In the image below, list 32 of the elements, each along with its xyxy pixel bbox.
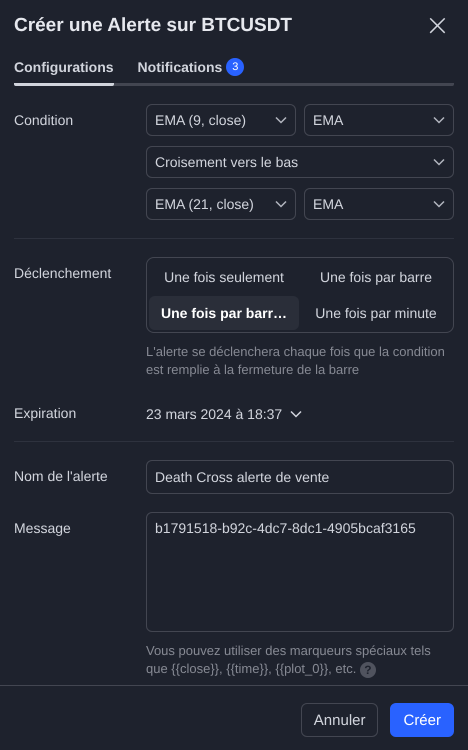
field-label: Condition [14,111,74,130]
segment-option[interactable]: Une fois par barre [301,260,451,294]
tab[interactable]: Configurations [14,56,114,86]
field-label: Déclenchement [14,264,112,283]
tab[interactable]: Notifications 3 [138,56,244,86]
chevron-icon [433,116,445,124]
hint-text: Vous pouvez utiliser des marqueurs spéciaux tels que {{close}}, {{time}}, {{plot_0}}, etc. ? [146,643,431,676]
dropdown[interactable]: EMA (21, close) [146,188,296,220]
dropdown[interactable]: EMA [304,104,454,136]
field-label: Message [14,519,72,538]
chevron-icon [290,410,302,418]
input-field[interactable]: Death Cross alerte de vente [146,460,454,494]
chevron-icon [433,158,445,166]
dialog-title: Créer une Alerte sur BTCUSDT [14,15,292,37]
dropdown[interactable]: EMA [304,188,454,220]
create-button[interactable]: Créer [390,703,454,737]
segment-option[interactable]: Une fois par barr… [149,296,299,330]
cancel-button[interactable]: Annuler [300,703,378,737]
count-badge: 3 [226,58,244,76]
chevron-icon [275,116,287,124]
message-field[interactable]: b1791518-b92c-4dc7-8dc1-4905bcaf3165 [146,512,454,632]
field-label: Expiration [14,405,78,423]
dropdown[interactable]: Croisement vers le bas [146,146,454,178]
hint-text: L'alerte se déclenchera chaque fois que la condition est remplie à la fermeture de la barre [146,343,446,379]
chevron-icon [275,200,287,208]
chevron-icon [433,200,445,208]
date-dropdown[interactable]: 23 mars 2024 à 18:37 [146,405,302,423]
close-button[interactable]: × [420,11,454,41]
segment-option[interactable]: Une fois par minute [301,296,451,330]
segment-option[interactable]: Une fois seulement [149,260,299,294]
field-label: Nom de l'alerte [14,467,109,486]
dropdown[interactable]: EMA (9, close) [146,104,296,136]
